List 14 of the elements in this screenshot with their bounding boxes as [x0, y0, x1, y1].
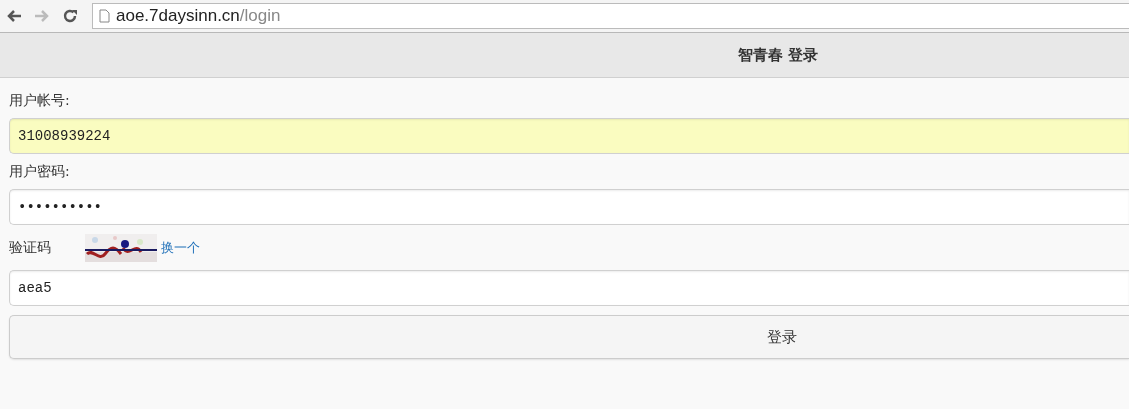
page-title: 智青春 登录 [738, 45, 819, 65]
login-button[interactable]: 登录 [9, 315, 1129, 359]
input-field[interactable]: 31008939224 [9, 118, 1129, 154]
field-label: 用户帐号: [9, 92, 71, 110]
refresh-captcha-link[interactable]: 换一个 [161, 239, 200, 257]
field-label: 用户密码: [9, 163, 71, 181]
input-field[interactable]: •••••••••• [9, 189, 1129, 225]
address-bar[interactable]: aoe.7daysinn.cn/login [92, 3, 1129, 29]
input-field[interactable]: aea5 [9, 270, 1129, 306]
page-icon [99, 9, 110, 23]
url-text: aoe.7daysinn.cn/login [116, 6, 281, 26]
field-label: 验证码 [9, 239, 52, 257]
reload-icon[interactable] [62, 8, 78, 24]
back-icon[interactable] [6, 9, 22, 23]
